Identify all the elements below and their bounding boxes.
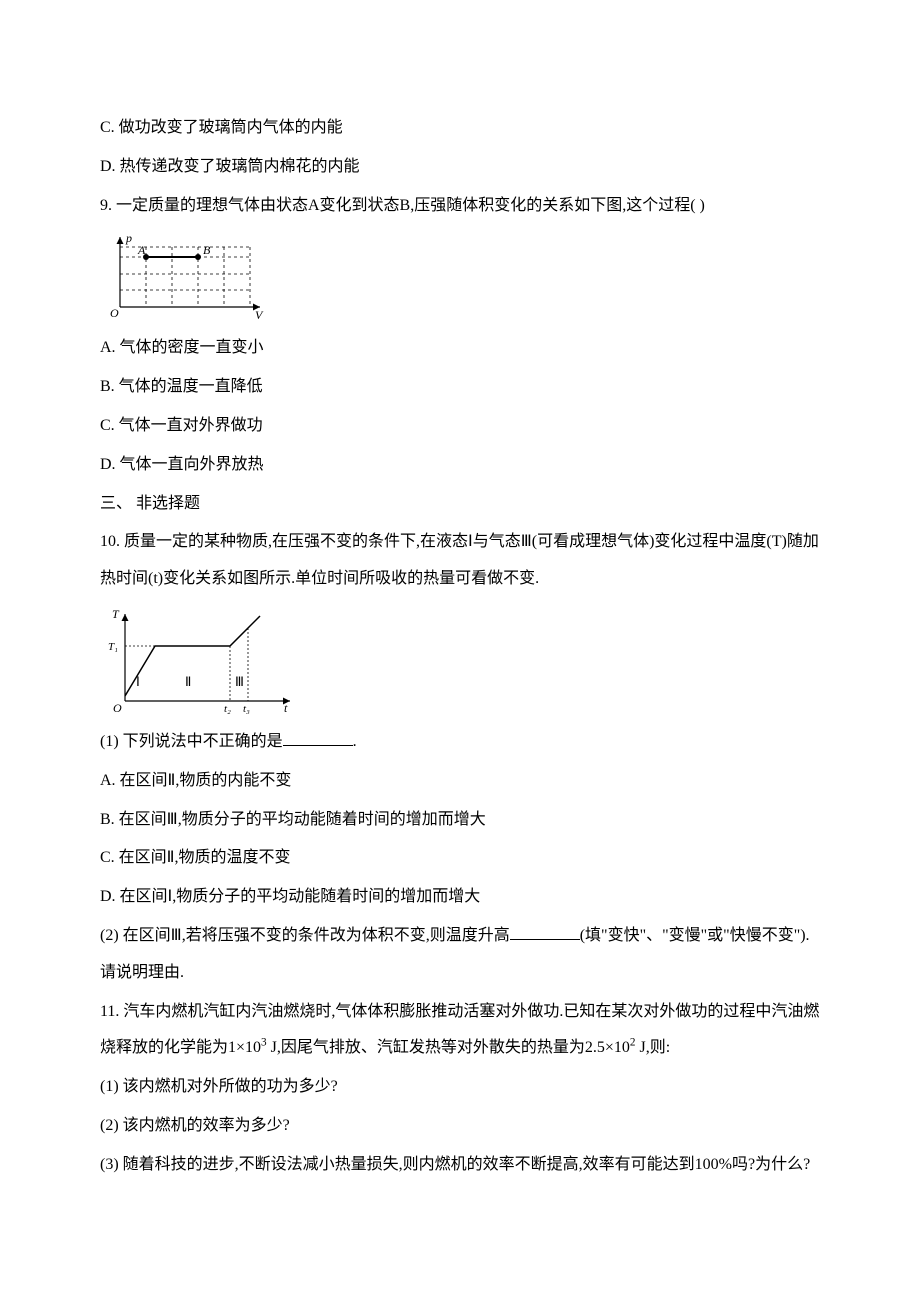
blank-1 (283, 730, 353, 746)
q10-option-b: B. 在区间Ⅲ,物质分子的平均动能随着时间的增加而增大 (100, 802, 820, 839)
region-3-label: Ⅲ (235, 674, 244, 689)
origin-label-2: O (113, 701, 122, 715)
axis-t-label: t (284, 701, 288, 715)
q10-option-a: A. 在区间Ⅱ,物质的内能不变 (100, 763, 820, 800)
point-a-label: A (137, 243, 146, 257)
question-9: 9. 一定质量的理想气体由状态A变化到状态B,压强随体积变化的关系如下图,这个过… (100, 188, 820, 225)
question-11: 11. 汽车内燃机汽缸内汽油燃烧时,气体体积膨胀推动活塞对外做功.已知在某次对外… (100, 994, 820, 1068)
q9-option-d: D. 气体一直向外界放热 (100, 447, 820, 484)
question-10: 10. 质量一定的某种物质,在压强不变的条件下,在液态Ⅰ与气态Ⅲ(可看成理想气体… (100, 524, 820, 598)
blank-2 (510, 924, 580, 940)
axis-T-label: T (112, 607, 120, 621)
q9-option-c: C. 气体一直对外界做功 (100, 408, 820, 445)
q10-sub1: (1) 下列说法中不正确的是. (100, 724, 820, 761)
q11-text-b: J,因尾气排放、汽缸发热等对外散失的热量为2.5×10 (267, 1039, 630, 1056)
q11-sub2: (2) 该内燃机的效率为多少? (100, 1108, 820, 1145)
axis-v-label: V (255, 308, 264, 322)
q11-sub1: (1) 该内燃机对外所做的功为多少? (100, 1069, 820, 1106)
region-1-label: Ⅰ (136, 674, 140, 689)
q10-option-c: C. 在区间Ⅱ,物质的温度不变 (100, 840, 820, 877)
q9-option-a: A. 气体的密度一直变小 (100, 330, 820, 367)
q10-option-d: D. 在区间Ⅰ,物质分子的平均动能随着时间的增加而增大 (100, 879, 820, 916)
point-b-label: B (203, 243, 211, 257)
option-c: C. 做功改变了玻璃筒内气体的内能 (100, 110, 820, 147)
q10-sub1-text: (1) 下列说法中不正确的是 (100, 733, 283, 750)
q9-option-b: B. 气体的温度一直降低 (100, 369, 820, 406)
q10-sub1-period: . (353, 733, 357, 750)
figure-pv-diagram: p V O A B (100, 232, 820, 322)
q11-sub3: (3) 随着科技的进步,不断设法减小热量损失,则内燃机的效率不断提高,效率有可能… (100, 1147, 820, 1184)
T1-label: T₁ (108, 641, 118, 653)
option-d: D. 热传递改变了玻璃筒内棉花的内能 (100, 149, 820, 186)
region-2-label: Ⅱ (185, 674, 191, 689)
section-3-heading: 三、 非选择题 (100, 486, 820, 523)
figure-temperature-time: T T₁ O t t₂ t₃ Ⅰ Ⅱ Ⅲ (100, 606, 820, 716)
q10-sub2-text-a: (2) 在区间Ⅲ,若将压强不变的条件改为体积不变,则温度升高 (100, 927, 510, 944)
origin-label: O (110, 306, 119, 320)
t2-label: t₂ (224, 703, 231, 715)
q10-sub2: (2) 在区间Ⅲ,若将压强不变的条件改为体积不变,则温度升高(填"变快"、"变慢… (100, 918, 820, 992)
q11-text-c: J,则: (635, 1039, 670, 1056)
t3-label: t₃ (243, 703, 250, 715)
axis-p-label: p (125, 232, 132, 245)
